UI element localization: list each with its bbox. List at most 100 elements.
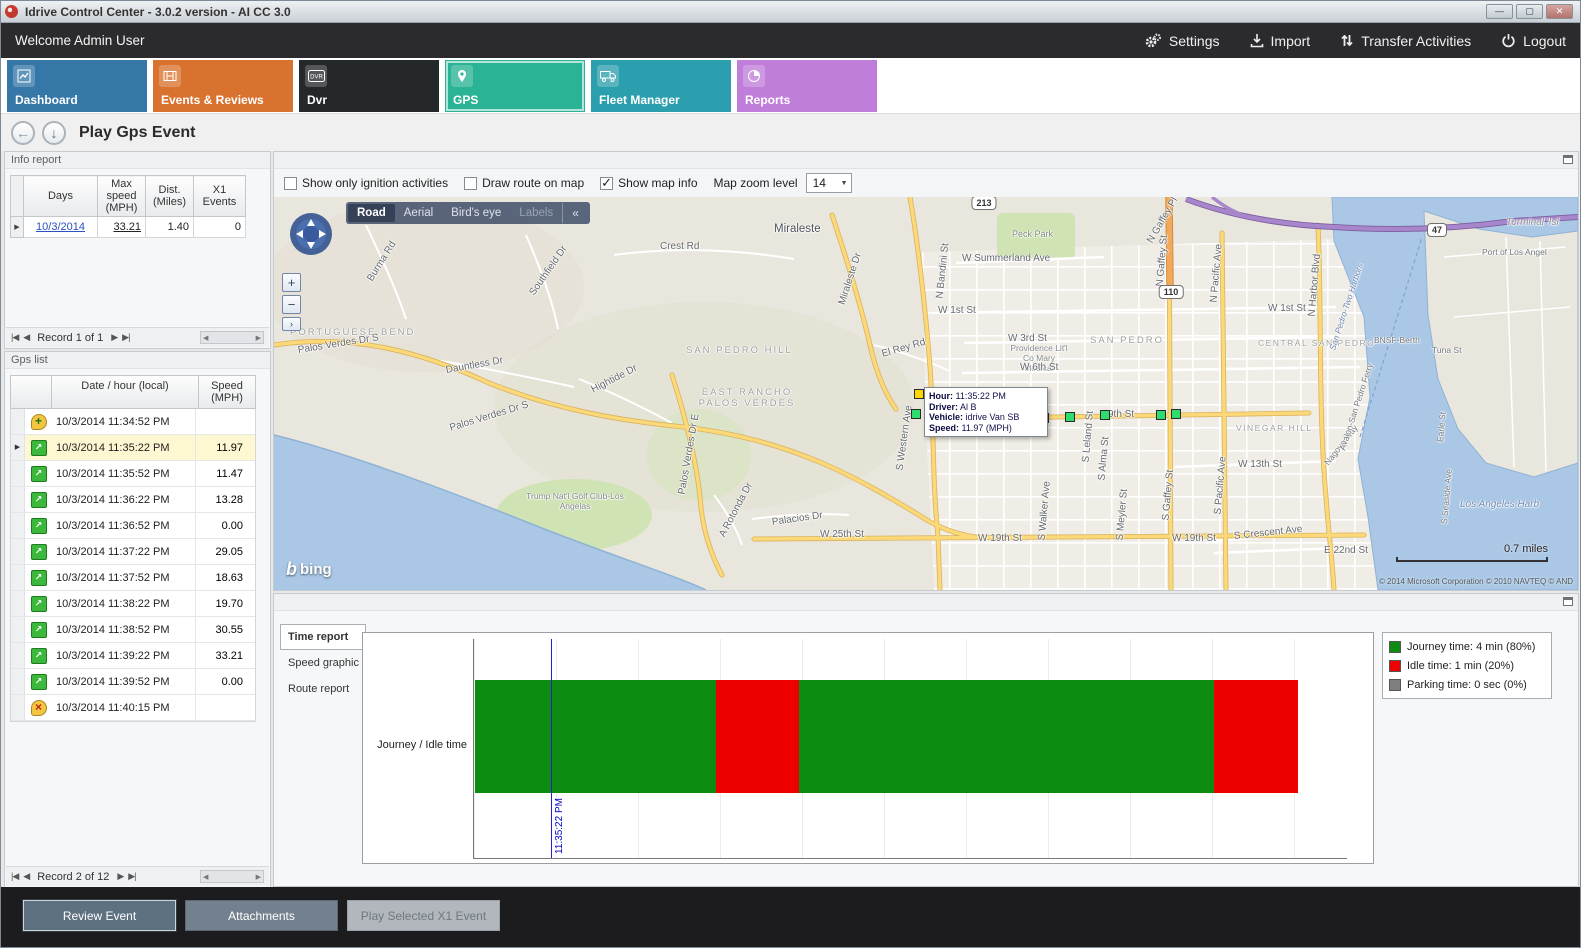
prev-record-button[interactable]: ◀ bbox=[23, 332, 29, 343]
gps-green-marker[interactable] bbox=[1065, 412, 1075, 422]
prev-record-button[interactable]: ◀ bbox=[23, 871, 29, 882]
map-street-label: W 13th St bbox=[1238, 459, 1282, 470]
nav-tile-reports[interactable]: Reports bbox=[737, 60, 877, 112]
gps-list-row[interactable]: 10/3/2014 11:37:22 PM29.05 bbox=[11, 539, 255, 565]
nav-tile-fleet-manager[interactable]: Fleet Manager bbox=[591, 60, 731, 112]
map-compass-control[interactable] bbox=[288, 211, 334, 262]
gps-row-datetime: 10/3/2014 11:35:52 PM bbox=[52, 468, 195, 480]
map-street-label: Crest Rd bbox=[660, 241, 699, 252]
gps-row-speed: 18.63 bbox=[195, 565, 251, 590]
tab-speed-graphic[interactable]: Speed graphic bbox=[280, 650, 366, 676]
info-days-link[interactable]: 10/3/2014 bbox=[24, 217, 98, 238]
info-report-caption: Info report bbox=[5, 152, 270, 169]
scroll-left-icon[interactable]: ◀ bbox=[203, 873, 208, 881]
back-button[interactable]: ← bbox=[11, 121, 35, 145]
gps-yellow-marker[interactable] bbox=[914, 389, 924, 399]
map-street-label: S Alma St bbox=[1097, 436, 1112, 481]
gps-list-row[interactable]: 10/3/2014 11:34:52 PM bbox=[11, 409, 255, 435]
legend-item: Idle time: 1 min (20%) bbox=[1389, 656, 1545, 675]
route-shield: 110 bbox=[1159, 285, 1184, 299]
info-report-row[interactable]: ▶ 10/3/2014 33.21 1.40 0 bbox=[11, 217, 246, 238]
zoom-in-button[interactable]: + bbox=[282, 273, 301, 292]
gps-row-speed: 11.47 bbox=[195, 461, 251, 486]
first-record-button[interactable]: |◀ bbox=[11, 871, 18, 882]
legend-label: Journey time: 4 min (80%) bbox=[1407, 641, 1535, 653]
gps-list-row[interactable]: 10/3/2014 11:40:15 PM bbox=[11, 695, 255, 721]
scroll-left-icon[interactable]: ◀ bbox=[203, 334, 208, 342]
column-x1-events[interactable]: X1 Events bbox=[194, 176, 246, 217]
zoom-out-button[interactable]: − bbox=[282, 295, 301, 314]
show-map-info-checkbox[interactable] bbox=[600, 177, 613, 190]
dvr-icon: DVR bbox=[305, 65, 327, 87]
pager-scrollbar[interactable]: ◀▶ bbox=[200, 331, 264, 344]
transfer-activities-button[interactable]: Transfer Activities bbox=[1340, 33, 1471, 49]
next-record-button[interactable]: ▶ bbox=[117, 871, 123, 882]
map-street-label: Hightide Dr bbox=[590, 363, 640, 396]
collapse-view-bar-button[interactable]: « bbox=[562, 203, 588, 223]
gps-list-pager: |◀ ◀ Record 2 of 12 ▶ ▶| ◀▶ bbox=[6, 866, 269, 886]
download-event-button[interactable]: ↓ bbox=[42, 121, 66, 145]
map-zoom-select[interactable]: 14 ▼ bbox=[806, 173, 852, 193]
gps-point-icon bbox=[25, 544, 52, 560]
map-view-aerial[interactable]: Aerial bbox=[395, 204, 442, 222]
tab-route-report[interactable]: Route report bbox=[280, 676, 366, 702]
expand-control-button[interactable]: › bbox=[282, 317, 301, 331]
maximize-button[interactable]: ▢ bbox=[1516, 4, 1543, 19]
last-record-button[interactable]: ▶| bbox=[122, 332, 129, 343]
nav-tile-dvr[interactable]: DVR Dvr bbox=[299, 60, 439, 112]
gps-green-marker[interactable] bbox=[1100, 410, 1110, 420]
last-record-button[interactable]: ▶| bbox=[128, 871, 135, 882]
bing-map[interactable]: MiralestePeck ParkW Summerland AveCrest … bbox=[274, 197, 1578, 590]
column-datetime[interactable]: Date / hour (local) bbox=[52, 375, 199, 409]
gps-list-row[interactable]: 10/3/2014 11:36:52 PM0.00 bbox=[11, 513, 255, 539]
nav-tile-dashboard[interactable]: Dashboard bbox=[7, 60, 147, 112]
gps-green-marker[interactable] bbox=[1171, 409, 1181, 419]
info-max-speed[interactable]: 33.21 bbox=[98, 217, 146, 238]
logout-button[interactable]: Logout bbox=[1501, 33, 1566, 49]
review-event-button[interactable]: Review Event bbox=[23, 900, 176, 931]
maximize-panel-icon[interactable] bbox=[1563, 155, 1573, 164]
map-street-label: Los Angeles Harb bbox=[1460, 499, 1539, 510]
minimize-button[interactable]: — bbox=[1486, 4, 1513, 19]
import-button[interactable]: Import bbox=[1250, 33, 1311, 49]
legend-swatch bbox=[1389, 679, 1401, 691]
map-street-label: N Gaffey St bbox=[1155, 235, 1170, 287]
nav-tile-events-reviews[interactable]: Events & Reviews bbox=[153, 60, 293, 112]
settings-button[interactable]: Settings bbox=[1144, 33, 1220, 49]
next-record-button[interactable]: ▶ bbox=[111, 332, 117, 343]
column-days[interactable]: Days bbox=[24, 176, 98, 217]
gps-list-row[interactable]: 10/3/2014 11:35:52 PM11.47 bbox=[11, 461, 255, 487]
maximize-panel-icon[interactable] bbox=[1563, 597, 1573, 606]
gps-list-row[interactable]: 10/3/2014 11:36:22 PM13.28 bbox=[11, 487, 255, 513]
ignition-activities-checkbox[interactable] bbox=[284, 177, 297, 190]
map-view-road[interactable]: Road bbox=[348, 204, 395, 222]
page-title: Play Gps Event bbox=[79, 124, 196, 142]
gps-row-speed: 29.05 bbox=[195, 539, 251, 564]
gps-list-row[interactable]: 10/3/2014 11:38:52 PM30.55 bbox=[11, 617, 255, 643]
import-icon bbox=[1250, 33, 1264, 48]
gps-list-row[interactable]: 10/3/2014 11:39:52 PM0.00 bbox=[11, 669, 255, 695]
time-cursor[interactable] bbox=[551, 639, 552, 858]
map-view-labels[interactable]: Labels bbox=[510, 204, 562, 222]
gps-green-marker[interactable] bbox=[911, 409, 921, 419]
gps-list-row[interactable]: 10/3/2014 11:38:22 PM19.70 bbox=[11, 591, 255, 617]
map-view-birdseye[interactable]: Bird's eye bbox=[442, 204, 510, 222]
draw-route-checkbox[interactable] bbox=[464, 177, 477, 190]
nav-tile-gps[interactable]: GPS bbox=[445, 60, 585, 112]
scroll-right-icon[interactable]: ▶ bbox=[256, 334, 261, 342]
play-selected-x1-event-button[interactable]: Play Selected X1 Event bbox=[347, 900, 500, 931]
column-dist[interactable]: Dist. (Miles) bbox=[146, 176, 194, 217]
tab-time-report[interactable]: Time report bbox=[280, 624, 366, 650]
gps-list-row[interactable]: 10/3/2014 11:39:22 PM33.21 bbox=[11, 643, 255, 669]
gps-green-marker[interactable] bbox=[1156, 410, 1166, 420]
scroll-right-icon[interactable]: ▶ bbox=[256, 873, 261, 881]
pager-scrollbar[interactable]: ◀▶ bbox=[200, 870, 264, 883]
gps-list-row[interactable]: ▶10/3/2014 11:35:22 PM11.97 bbox=[11, 435, 255, 461]
column-speed[interactable]: Speed (MPH) bbox=[199, 375, 256, 409]
gps-list-row[interactable]: 10/3/2014 11:37:52 PM18.63 bbox=[11, 565, 255, 591]
column-max-speed[interactable]: Max speed (MPH) bbox=[98, 176, 146, 217]
map-street-label: 9th St bbox=[1108, 409, 1134, 420]
first-record-button[interactable]: |◀ bbox=[11, 332, 18, 343]
attachments-button[interactable]: Attachments bbox=[185, 900, 338, 931]
close-button[interactable]: ✕ bbox=[1546, 4, 1573, 19]
